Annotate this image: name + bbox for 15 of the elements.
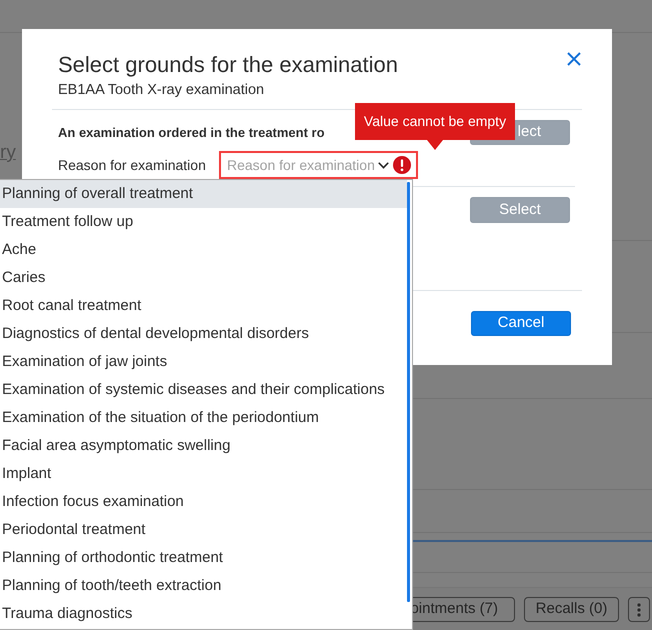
close-icon <box>567 52 581 66</box>
error-tooltip: Value cannot be empty <box>355 103 515 140</box>
toolbar-button[interactable]: Recalls (0) <box>524 597 619 622</box>
dialog-subtitle: EB1AA Tooth X-ray examination <box>58 81 266 100</box>
dropdown-option[interactable]: Planning of overall treatment <box>0 180 407 208</box>
close-button[interactable] <box>567 52 581 66</box>
chevron-down-icon <box>378 162 389 168</box>
more-button[interactable] <box>628 597 650 622</box>
cancel-button[interactable]: Cancel <box>471 311 571 336</box>
field-label: Reason for examination <box>58 156 207 174</box>
three-dots-icon <box>637 602 641 616</box>
dialog-title: Select grounds for the examination <box>58 52 398 78</box>
scrollbar-thumb[interactable] <box>407 182 410 602</box>
section-heading: An examination ordered in the treatment ro <box>58 124 325 142</box>
tooltip-arrow <box>427 140 443 150</box>
